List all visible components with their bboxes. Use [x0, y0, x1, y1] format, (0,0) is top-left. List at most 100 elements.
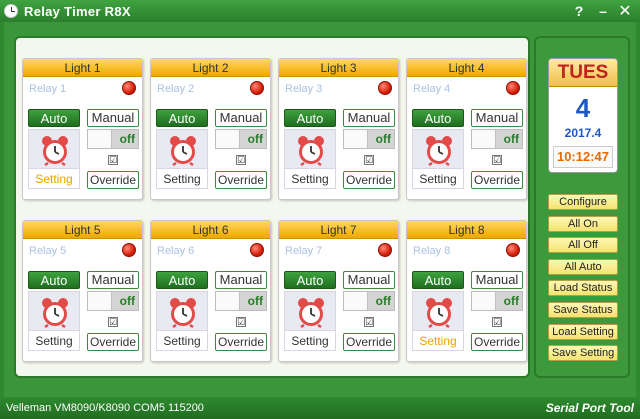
manual-button[interactable]: Manual — [343, 109, 395, 127]
day-of-week: TUES — [549, 59, 617, 87]
close-button[interactable]: ✕ — [614, 2, 636, 20]
alarm-clock-icon — [423, 296, 455, 329]
manual-button[interactable]: Manual — [87, 109, 139, 127]
relay-label: Relay 8 — [413, 245, 451, 257]
side-button-load-status[interactable]: Load Status — [548, 280, 618, 297]
override-checkbox[interactable]: ☑ — [364, 155, 374, 165]
relay-status-led-icon — [378, 81, 392, 95]
side-button-save-status[interactable]: Save Status — [548, 302, 618, 318]
relay-label: Relay 6 — [157, 245, 195, 257]
setting-button[interactable]: Setting — [29, 330, 79, 350]
light-card-5: Light 5 Relay 5 Auto Manual Setting off ☑ Overr… — [22, 220, 143, 362]
manual-button[interactable]: Manual — [343, 271, 395, 289]
override-checkbox[interactable]: ☑ — [108, 155, 118, 165]
setting-button[interactable]: Setting — [413, 330, 463, 350]
alarm-clock-icon — [167, 296, 199, 329]
setting-button[interactable]: Setting — [29, 168, 79, 188]
minimize-button[interactable]: – — [592, 2, 614, 20]
switch-state-label: off — [503, 132, 519, 146]
schedule-box: Setting — [284, 291, 336, 351]
switch-state-label: off — [503, 294, 519, 308]
help-button[interactable]: ? — [568, 2, 590, 20]
override-button[interactable]: Override — [215, 171, 267, 189]
manual-toggle-switch[interactable]: off — [343, 129, 395, 149]
light-title: Light 2 — [151, 59, 270, 77]
side-button-load-setting[interactable]: Load Setting — [548, 323, 618, 340]
setting-button[interactable]: Setting — [413, 168, 463, 188]
clock-app-icon — [4, 4, 18, 18]
auto-button[interactable]: Auto — [28, 109, 80, 127]
side-button-configure[interactable]: Configure — [548, 194, 618, 210]
override-button[interactable]: Override — [87, 171, 139, 189]
override-checkbox[interactable]: ☑ — [236, 317, 246, 327]
override-button[interactable]: Override — [87, 333, 139, 351]
relay-status-led-icon — [506, 243, 520, 257]
light-card-2: Light 2 Relay 2 Auto Manual Setting off ☑ Overr… — [150, 58, 271, 200]
schedule-box: Setting — [28, 129, 80, 189]
side-button-all-on[interactable]: All On — [548, 215, 618, 232]
manual-toggle-switch[interactable]: off — [215, 291, 267, 311]
manual-toggle-switch[interactable]: off — [87, 291, 139, 311]
side-button-save-setting[interactable]: Save Setting — [548, 345, 618, 362]
manual-toggle-switch[interactable]: off — [215, 129, 267, 149]
alarm-clock-icon — [39, 296, 71, 329]
override-checkbox[interactable]: ☑ — [492, 155, 502, 165]
alarm-clock-icon — [39, 134, 71, 167]
light-title: Light 3 — [279, 59, 398, 77]
side-button-all-auto[interactable]: All Auto — [548, 258, 618, 275]
setting-button[interactable]: Setting — [157, 330, 207, 350]
switch-knob — [216, 130, 240, 148]
override-checkbox[interactable]: ☑ — [492, 317, 502, 327]
switch-knob — [344, 130, 368, 148]
override-checkbox[interactable]: ☑ — [108, 317, 118, 327]
auto-button[interactable]: Auto — [284, 109, 336, 127]
relay-label: Relay 4 — [413, 83, 451, 95]
switch-knob — [216, 292, 240, 310]
manual-toggle-switch[interactable]: off — [343, 291, 395, 311]
lights-panel: Light 1 Relay 1 Auto Manual Setting off ☑ Overr… — [14, 36, 530, 378]
switch-state-label: off — [375, 132, 391, 146]
manual-toggle-switch[interactable]: off — [87, 129, 139, 149]
light-title: Light 1 — [23, 59, 142, 77]
override-button[interactable]: Override — [471, 171, 523, 189]
auto-button[interactable]: Auto — [412, 109, 464, 127]
light-title: Light 5 — [23, 221, 142, 239]
relay-label: Relay 1 — [29, 83, 67, 95]
switch-state-label: off — [247, 294, 263, 308]
setting-button[interactable]: Setting — [285, 330, 335, 350]
side-button-all-off[interactable]: All Off — [548, 237, 618, 254]
manual-toggle-switch[interactable]: off — [471, 129, 523, 149]
manual-toggle-switch[interactable]: off — [471, 291, 523, 311]
manual-button[interactable]: Manual — [87, 271, 139, 289]
auto-button[interactable]: Auto — [156, 109, 208, 127]
connection-status: Velleman VM8090/K8090 COM5 115200 — [6, 402, 204, 414]
alarm-clock-icon — [295, 134, 327, 167]
schedule-box: Setting — [28, 291, 80, 351]
override-button[interactable]: Override — [343, 171, 395, 189]
override-button[interactable]: Override — [471, 333, 523, 351]
alarm-clock-icon — [423, 134, 455, 167]
light-card-7: Light 7 Relay 7 Auto Manual Setting off ☑ Overr… — [278, 220, 399, 362]
override-button[interactable]: Override — [215, 333, 267, 351]
light-card-6: Light 6 Relay 6 Auto Manual Setting off ☑ Overr… — [150, 220, 271, 362]
manual-button[interactable]: Manual — [215, 271, 267, 289]
switch-knob — [472, 130, 496, 148]
override-checkbox[interactable]: ☑ — [236, 155, 246, 165]
auto-button[interactable]: Auto — [412, 271, 464, 289]
auto-button[interactable]: Auto — [284, 271, 336, 289]
manual-button[interactable]: Manual — [215, 109, 267, 127]
manual-button[interactable]: Manual — [471, 271, 523, 289]
year-month: 2017.4 — [564, 126, 602, 140]
setting-button[interactable]: Setting — [285, 168, 335, 188]
switch-state-label: off — [375, 294, 391, 308]
relay-status-led-icon — [506, 81, 520, 95]
setting-button[interactable]: Setting — [157, 168, 207, 188]
clock-time: 10:12:47 — [553, 146, 613, 168]
relay-status-led-icon — [122, 243, 136, 257]
override-button[interactable]: Override — [343, 333, 395, 351]
auto-button[interactable]: Auto — [156, 271, 208, 289]
auto-button[interactable]: Auto — [28, 271, 80, 289]
manual-button[interactable]: Manual — [471, 109, 523, 127]
switch-knob — [88, 292, 112, 310]
override-checkbox[interactable]: ☑ — [364, 317, 374, 327]
